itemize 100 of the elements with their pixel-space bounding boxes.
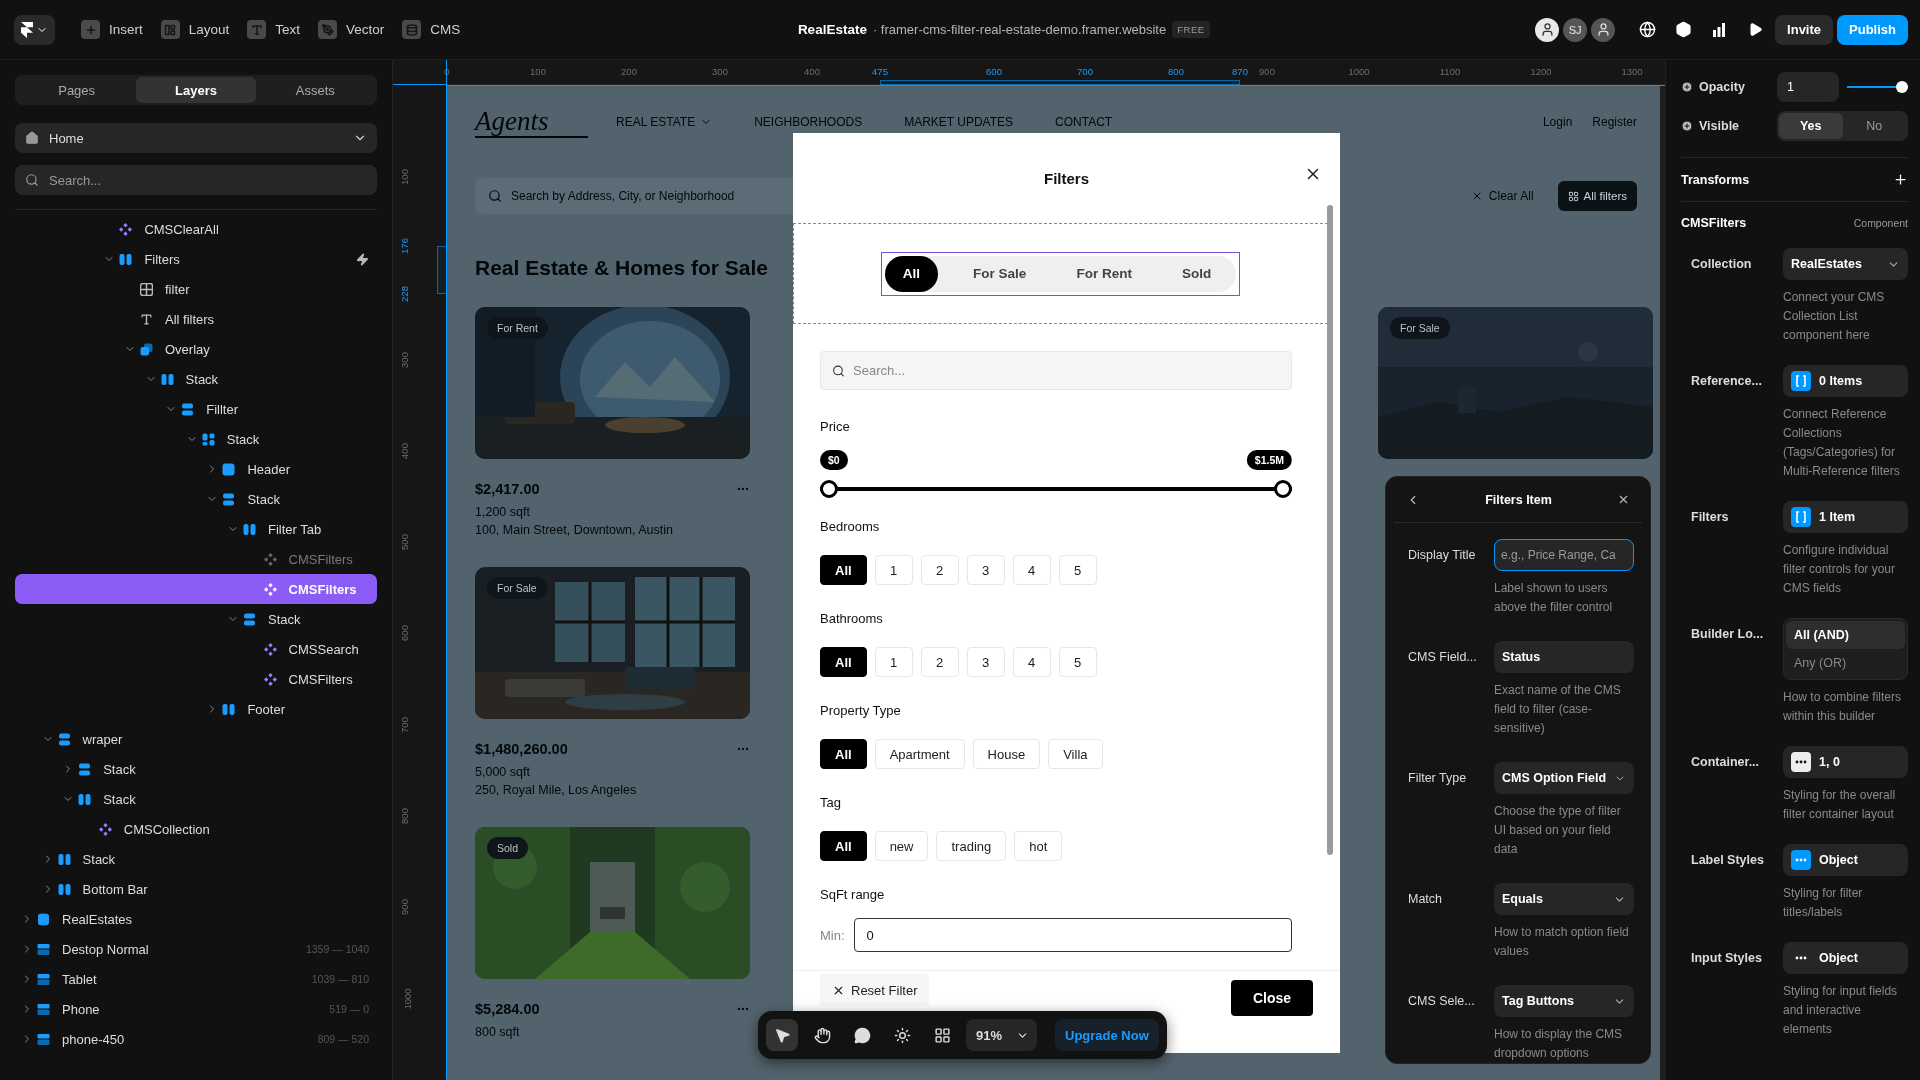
- toolbar-button[interactable]: Insert: [73, 14, 151, 45]
- panel-tab[interactable]: Assets: [255, 77, 375, 103]
- array-field[interactable]: 0 Items: [1783, 365, 1908, 397]
- panel-tab[interactable]: Pages: [17, 77, 137, 103]
- segment-option[interactable]: Any (OR): [1786, 649, 1905, 677]
- layer-row[interactable]: CMSFilters: [15, 544, 377, 574]
- toolbar-button[interactable]: CMS: [394, 14, 469, 45]
- select-field[interactable]: RealEstates: [1783, 248, 1908, 280]
- framer-menu-button[interactable]: [14, 14, 55, 45]
- status-tab[interactable]: Sold: [1156, 255, 1237, 292]
- close-button[interactable]: Close: [1231, 980, 1313, 1016]
- layer-row[interactable]: Header: [15, 454, 377, 484]
- object-field[interactable]: 1, 0: [1783, 746, 1908, 778]
- layer-row[interactable]: Overlay: [15, 334, 377, 364]
- filter-option[interactable]: All: [820, 647, 867, 677]
- layer-row[interactable]: wraper: [15, 724, 377, 754]
- filter-option[interactable]: All: [820, 831, 867, 861]
- zoom-select[interactable]: 91%: [966, 1019, 1038, 1051]
- layer-search-field[interactable]: Search...: [15, 165, 377, 195]
- filter-option[interactable]: 1: [874, 647, 913, 677]
- filter-option[interactable]: 2: [920, 555, 959, 585]
- status-tab[interactable]: For Sale: [948, 255, 1052, 292]
- layer-row[interactable]: Stack: [15, 844, 377, 874]
- layer-row[interactable]: CMSSearch: [15, 634, 377, 664]
- filter-search-field[interactable]: Search...: [820, 351, 1292, 390]
- layer-row[interactable]: All filters: [15, 304, 377, 334]
- close-icon[interactable]: [1617, 493, 1630, 506]
- toolbar-button[interactable]: Text: [239, 14, 309, 45]
- add-icon[interactable]: [1681, 120, 1693, 132]
- ruler-highlight: [437, 246, 447, 294]
- page-select[interactable]: Home: [15, 123, 377, 153]
- layer-row[interactable]: CMSCollection: [15, 814, 377, 844]
- layer-row[interactable]: Phone 519 — 0: [15, 994, 377, 1024]
- section-label: Bathrooms: [820, 610, 884, 628]
- filter-option[interactable]: All: [820, 555, 867, 585]
- filter-option[interactable]: 3: [966, 555, 1005, 585]
- layer-row[interactable]: Tablet 1039 — 810: [15, 964, 377, 994]
- listing-price: $5,284.00: [475, 1001, 540, 1017]
- property-hint: Exact name of the CMS field to filter (case-sensitive): [1494, 682, 1622, 737]
- select-field[interactable]: Tag Buttons: [1494, 985, 1634, 1017]
- layer-row[interactable]: Stack: [15, 754, 377, 784]
- select-field[interactable]: Equals: [1494, 883, 1634, 915]
- site-url[interactable]: · framer-cms-filter-real-estate-demo.framer.website: [872, 22, 1167, 37]
- layer-row[interactable]: Filter Tab: [15, 514, 377, 544]
- status-tab[interactable]: All: [884, 255, 939, 292]
- layer-row[interactable]: Stack: [15, 424, 377, 454]
- filter-option[interactable]: 3: [966, 647, 1005, 677]
- filter-option[interactable]: hot: [1014, 831, 1063, 861]
- reset-filter-button[interactable]: Reset Filter: [820, 974, 930, 1006]
- all-filters-button[interactable]: All filters: [1557, 181, 1637, 211]
- toggle-option[interactable]: Yes: [1779, 113, 1843, 139]
- layer-row[interactable]: Stack: [15, 364, 377, 394]
- ruler-label: 1300: [1621, 66, 1643, 77]
- object-field[interactable]: Object: [1783, 942, 1908, 974]
- filter-option[interactable]: new: [874, 831, 929, 861]
- layer-row[interactable]: Stack: [15, 604, 377, 634]
- min-sqft-field[interactable]: 0: [853, 918, 1292, 952]
- layer-row[interactable]: Bottom Bar: [15, 874, 377, 904]
- toolbar-button[interactable]: Vector: [310, 14, 393, 45]
- object-field[interactable]: Object: [1783, 844, 1908, 876]
- filter-option[interactable]: House: [972, 739, 1041, 769]
- layer-row[interactable]: RealEstates: [15, 904, 377, 934]
- layer-row[interactable]: Stack: [15, 784, 377, 814]
- filter-option[interactable]: All: [820, 739, 867, 769]
- layer-row[interactable]: CMSClearAll: [15, 214, 377, 244]
- filter-option[interactable]: Apartment: [874, 739, 965, 769]
- filter-option[interactable]: 4: [1012, 555, 1051, 585]
- add-icon[interactable]: [1681, 81, 1693, 93]
- layer-row[interactable]: Footer: [15, 694, 377, 724]
- filter-option[interactable]: 1: [874, 555, 913, 585]
- property-label: Builder Lo...: [1691, 626, 1765, 643]
- filter-option[interactable]: 4: [1012, 647, 1051, 677]
- select-field[interactable]: CMS Option Field: [1494, 762, 1634, 794]
- layer-row[interactable]: Filters: [15, 244, 377, 274]
- text-field[interactable]: e.g., Price Range, Ca: [1494, 539, 1634, 571]
- panel-tab[interactable]: Layers: [136, 77, 256, 103]
- layer-row[interactable]: CMSFilters: [15, 574, 377, 604]
- filter-option[interactable]: trading: [936, 831, 1007, 861]
- layer-row[interactable]: CMSFilters: [15, 664, 377, 694]
- segment-option[interactable]: All (AND): [1786, 621, 1905, 649]
- filter-option[interactable]: Villa: [1048, 739, 1103, 769]
- pointer-icon[interactable]: [766, 1019, 798, 1051]
- text-field[interactable]: Status: [1494, 641, 1634, 673]
- layer-row[interactable]: Fillter: [15, 394, 377, 424]
- opacity-field[interactable]: 1: [1777, 72, 1839, 102]
- layer-row[interactable]: filter: [15, 274, 377, 304]
- filter-option[interactable]: 5: [1058, 555, 1097, 585]
- layer-row[interactable]: phone-450 809 — 520: [15, 1024, 377, 1054]
- layer-row[interactable]: Destop Normal 1359 — 1040: [15, 934, 377, 964]
- toggle-option[interactable]: No: [1842, 113, 1906, 139]
- layer-row[interactable]: Stack: [15, 484, 377, 514]
- status-tab[interactable]: For Rent: [1051, 255, 1157, 292]
- avatar[interactable]: SJ: [1561, 15, 1590, 44]
- upgrade-button[interactable]: Upgrade Now: [1055, 1019, 1159, 1051]
- invite-button[interactable]: Invite: [1775, 14, 1834, 45]
- array-field[interactable]: 1 Item: [1783, 501, 1908, 533]
- filter-option[interactable]: 2: [920, 647, 959, 677]
- toolbar-button[interactable]: Layout: [152, 14, 238, 45]
- filter-option[interactable]: 5: [1058, 647, 1097, 677]
- add-icon[interactable]: [1893, 172, 1908, 187]
